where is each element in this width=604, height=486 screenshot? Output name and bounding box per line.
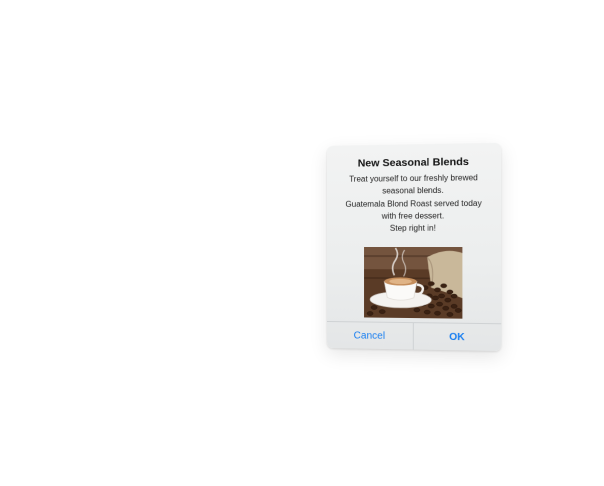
alert-message: Treat yourself to our freshly brewed sea…	[327, 172, 501, 236]
alert-dialog: New Seasonal Blends Treat yourself to ou…	[327, 142, 502, 352]
alert-title: New Seasonal Blends	[357, 155, 469, 170]
alert-button-row: Cancel OK	[327, 321, 502, 352]
ok-button[interactable]: OK	[412, 323, 502, 352]
alert-message-line: Step right in!	[389, 223, 436, 234]
coffee-image	[364, 247, 463, 320]
alert-message-line: Guatemala Blond Roast served today	[345, 198, 482, 209]
coffee-cup-icon	[364, 247, 463, 320]
cancel-button[interactable]: Cancel	[327, 322, 412, 350]
alert-message-line: with free dessert.	[381, 211, 445, 221]
screen: New Seasonal Blends Treat yourself to ou…	[0, 0, 604, 486]
alert-message-line: Treat yourself to our freshly brewed	[349, 173, 478, 184]
